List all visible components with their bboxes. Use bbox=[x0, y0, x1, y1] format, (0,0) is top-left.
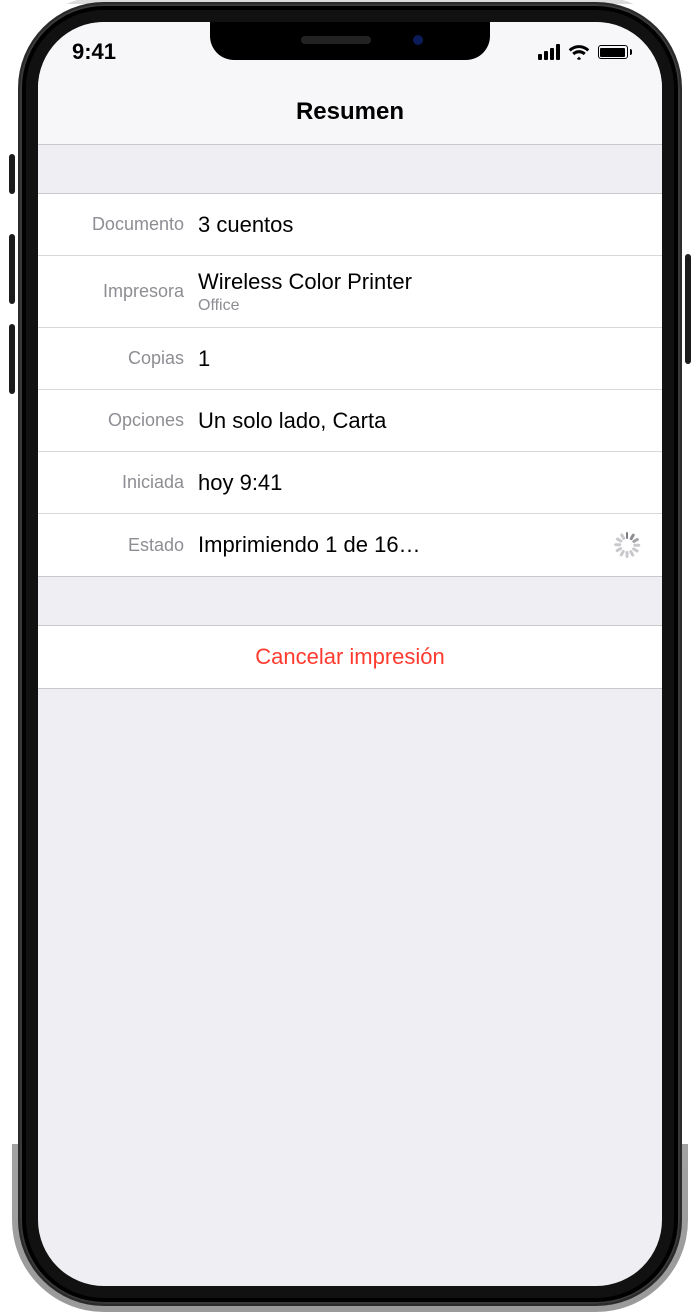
row-printer: Impresora Wireless Color Printer Office bbox=[38, 256, 662, 328]
screen: 9:41 Resumen Documento 3 cuentos bbox=[38, 22, 662, 1286]
volume-down-button bbox=[9, 324, 15, 394]
row-started: Iniciada hoy 9:41 bbox=[38, 452, 662, 514]
label-options: Opciones bbox=[38, 410, 198, 431]
value-document: 3 cuentos bbox=[198, 212, 640, 238]
value-status: Imprimiendo 1 de 16… bbox=[198, 532, 421, 558]
value-printer-location: Office bbox=[198, 297, 640, 315]
earpiece-speaker bbox=[301, 36, 371, 44]
cancel-print-button[interactable]: Cancelar impresión bbox=[38, 626, 662, 688]
label-document: Documento bbox=[38, 214, 198, 235]
spinner-icon bbox=[614, 532, 640, 558]
row-status: Estado Imprimiendo 1 de 16… bbox=[38, 514, 662, 576]
cancel-group: Cancelar impresión bbox=[38, 625, 662, 689]
page-title: Resumen bbox=[38, 76, 662, 145]
mute-switch bbox=[9, 154, 15, 194]
row-document: Documento 3 cuentos bbox=[38, 194, 662, 256]
value-started: hoy 9:41 bbox=[198, 470, 640, 496]
label-copies: Copias bbox=[38, 348, 198, 369]
value-printer-name: Wireless Color Printer bbox=[198, 269, 640, 295]
status-indicators bbox=[538, 43, 633, 61]
status-time: 9:41 bbox=[72, 39, 116, 65]
wifi-icon bbox=[568, 43, 590, 61]
power-button bbox=[685, 254, 691, 364]
notch bbox=[210, 22, 490, 60]
device-frame: 9:41 Resumen Documento 3 cuentos bbox=[20, 4, 680, 1304]
label-status: Estado bbox=[38, 535, 198, 556]
print-summary-list: Documento 3 cuentos Impresora Wireless C… bbox=[38, 193, 662, 577]
volume-up-button bbox=[9, 234, 15, 304]
value-options: Un solo lado, Carta bbox=[198, 408, 640, 434]
label-printer: Impresora bbox=[38, 281, 198, 302]
label-started: Iniciada bbox=[38, 472, 198, 493]
value-copies: 1 bbox=[198, 346, 640, 372]
row-options: Opciones Un solo lado, Carta bbox=[38, 390, 662, 452]
battery-icon bbox=[598, 45, 633, 59]
front-camera-icon bbox=[413, 35, 423, 45]
cellular-signal-icon bbox=[538, 44, 560, 60]
row-copies: Copias 1 bbox=[38, 328, 662, 390]
